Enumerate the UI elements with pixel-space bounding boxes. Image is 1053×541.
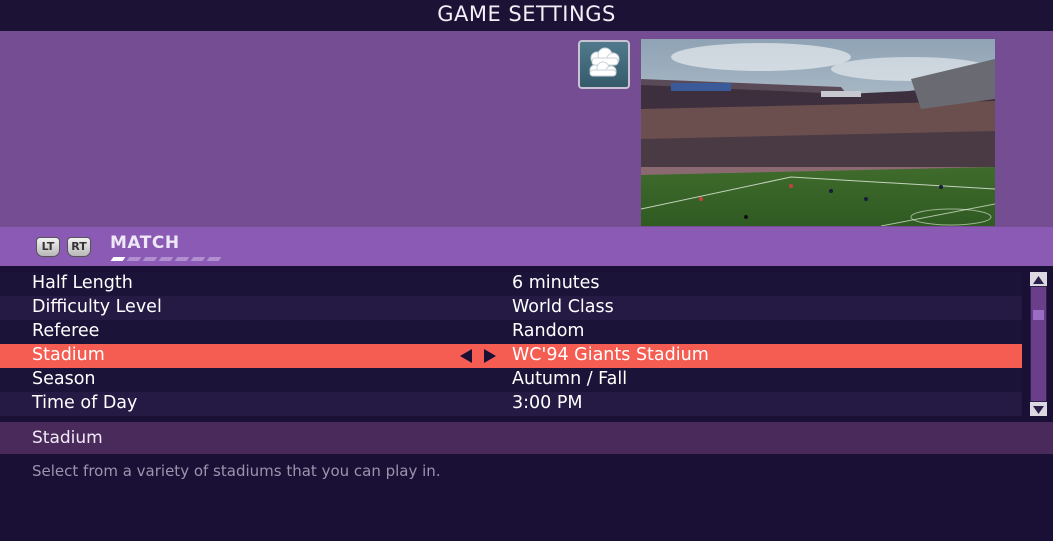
setting-value: 3:00 PM — [512, 393, 583, 413]
setting-row-difficulty-level[interactable]: Difficulty Level World Class — [0, 296, 1022, 320]
setting-value: 6 minutes — [512, 273, 600, 293]
setting-row-time-of-day[interactable]: Time of Day 3:00 PM — [0, 392, 1022, 416]
left-trigger-button[interactable]: LT — [36, 237, 60, 257]
setting-row-stadium[interactable]: Stadium WC'94 Giants Stadium — [0, 344, 1022, 368]
left-right-arrows-icon[interactable] — [460, 349, 500, 363]
description-title: Stadium — [32, 428, 103, 448]
scrollbar-thumb[interactable] — [1033, 310, 1044, 320]
right-trigger-button[interactable]: RT — [67, 237, 91, 257]
setting-label: Referee — [32, 321, 100, 341]
scroll-up-arrow-icon[interactable] — [1030, 272, 1047, 286]
setting-value: Random — [512, 321, 585, 341]
setting-row-referee[interactable]: Referee Random — [0, 320, 1022, 344]
setting-value: WC'94 Giants Stadium — [512, 345, 709, 365]
setting-label: Time of Day — [32, 393, 138, 413]
scrollbar-track[interactable] — [1031, 287, 1046, 401]
setting-row-season[interactable]: Season Autumn / Fall — [0, 368, 1022, 392]
stadium-preview — [641, 39, 995, 226]
setting-label: Difficulty Level — [32, 297, 162, 317]
description-text: Select from a variety of stadiums that y… — [32, 462, 441, 480]
setting-value: Autumn / Fall — [512, 369, 628, 389]
cloudy-icon — [578, 40, 630, 89]
description-header — [0, 422, 1053, 454]
setting-value: World Class — [512, 297, 614, 317]
setting-label: Stadium — [32, 345, 105, 365]
tab-match[interactable]: MATCH — [110, 233, 180, 253]
setting-label: Season — [32, 369, 96, 389]
setting-row-half-length[interactable]: Half Length 6 minutes — [0, 272, 1022, 296]
scroll-down-arrow-icon[interactable] — [1030, 402, 1047, 416]
page-title: GAME SETTINGS — [437, 2, 616, 26]
setting-label: Half Length — [32, 273, 133, 293]
